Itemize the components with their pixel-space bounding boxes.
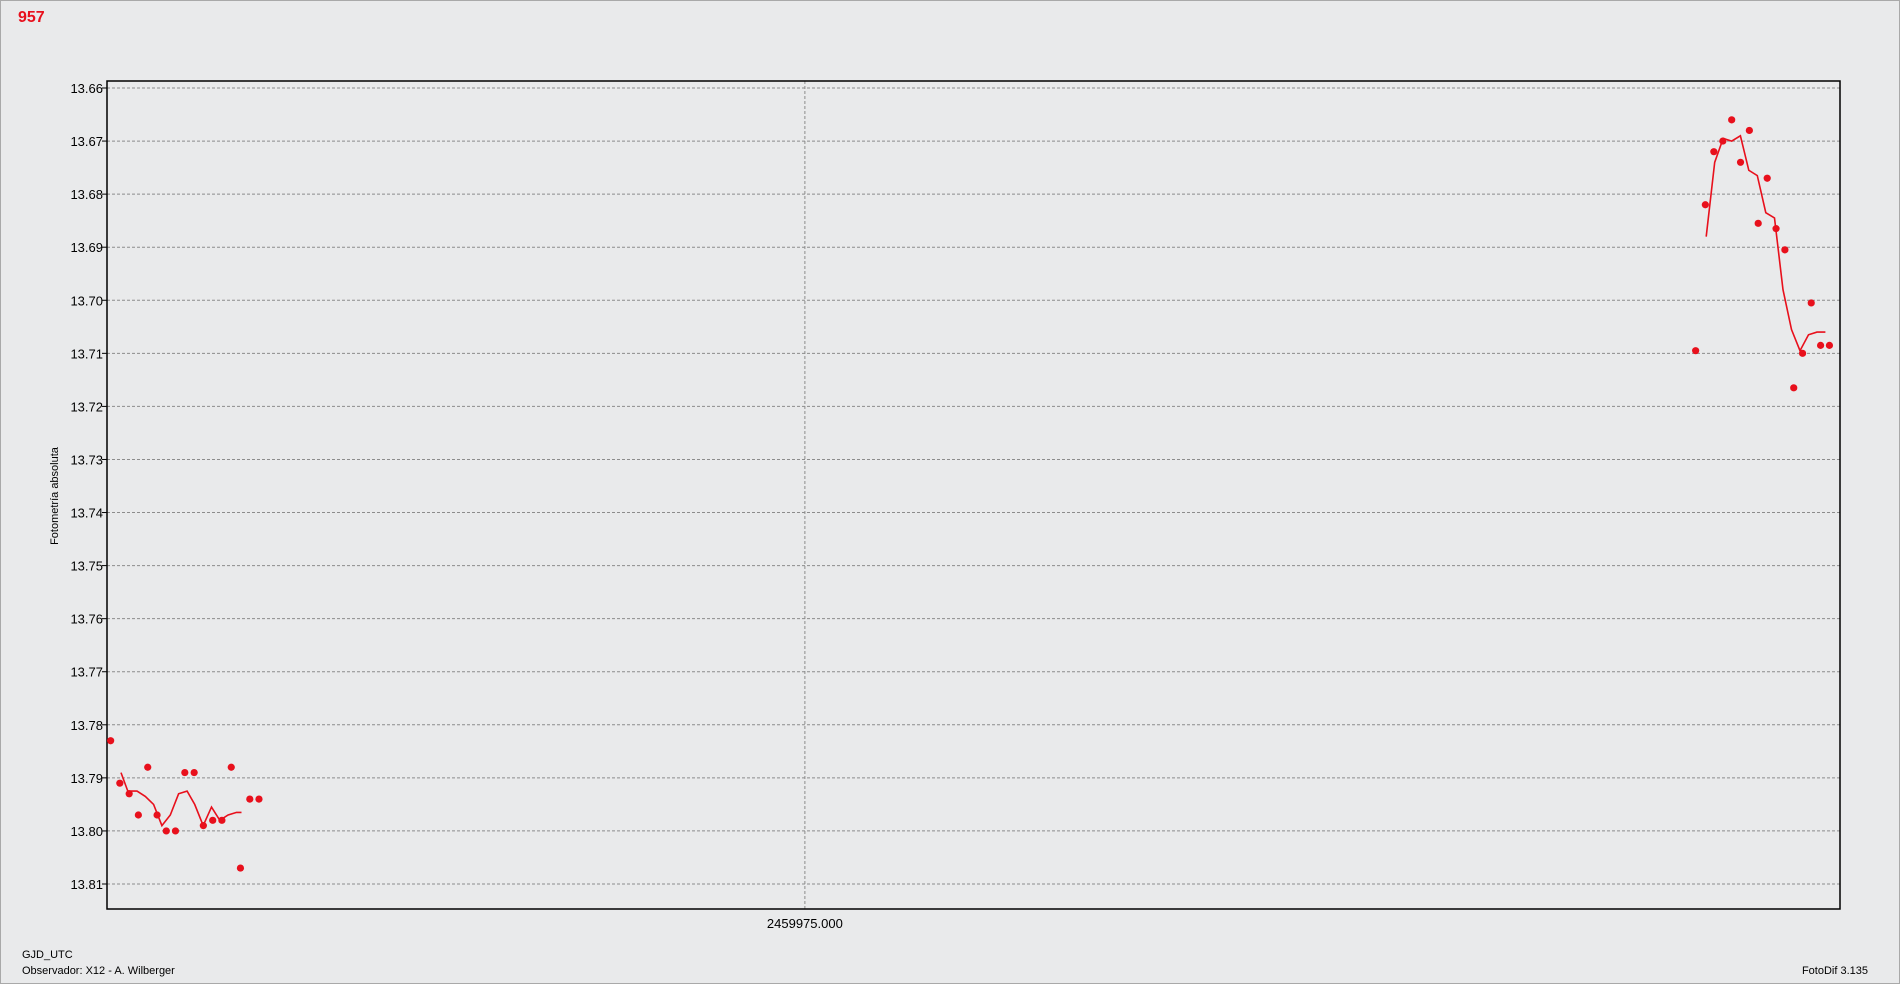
data-point xyxy=(190,768,198,777)
data-point xyxy=(1736,158,1745,166)
data-point xyxy=(236,864,245,872)
x-tick-label: 2459975.000 xyxy=(767,916,843,931)
data-point xyxy=(227,763,235,771)
data-point xyxy=(199,822,207,830)
data-point xyxy=(116,779,124,787)
data-point xyxy=(1701,201,1709,209)
data-point xyxy=(171,827,180,835)
y-tick-label: 13.68 xyxy=(70,187,103,202)
y-tick-label: 13.66 xyxy=(70,81,103,96)
y-tick-label: 13.78 xyxy=(70,718,103,733)
y-tick-label: 13.71 xyxy=(70,346,103,361)
data-point xyxy=(1816,341,1825,349)
data-point xyxy=(162,827,170,835)
data-point xyxy=(1763,174,1771,182)
data-point xyxy=(153,811,161,819)
data-point xyxy=(1728,116,1736,124)
data-point xyxy=(1798,349,1807,357)
data-point xyxy=(1745,126,1753,135)
light-curve-chart: 13.66 13.67 13.68 13.69 13.70 13.71 13.72 13.73… xyxy=(70,80,1841,931)
y-tick-label: 13.69 xyxy=(70,240,103,255)
y-tick-label: 13.75 xyxy=(70,559,103,574)
y-tick-label: 13.79 xyxy=(70,771,103,786)
data-point xyxy=(1754,219,1762,227)
data-point xyxy=(107,737,115,745)
data-point xyxy=(209,816,217,824)
data-point xyxy=(1790,384,1798,392)
y-tick-label: 13.73 xyxy=(70,452,103,467)
data-point xyxy=(1807,299,1815,307)
y-tick-label: 13.74 xyxy=(70,506,103,521)
data-point xyxy=(125,790,133,798)
data-point xyxy=(1825,341,1834,349)
y-tick-label: 13.72 xyxy=(70,399,103,414)
data-point xyxy=(246,795,254,803)
data-point xyxy=(134,811,142,819)
data-point xyxy=(218,816,226,824)
data-point xyxy=(1719,137,1727,145)
y-tick-label: 13.80 xyxy=(70,824,103,839)
y-tick-label: 13.81 xyxy=(70,877,103,892)
data-point xyxy=(1692,347,1700,355)
data-point xyxy=(144,763,152,771)
y-tick-label: 13.70 xyxy=(70,293,103,308)
data-point xyxy=(1772,225,1780,233)
y-tick-label: 13.67 xyxy=(70,134,103,149)
data-point xyxy=(1710,148,1718,156)
data-point xyxy=(255,795,263,803)
data-point xyxy=(1781,246,1789,254)
y-tick-label: 13.76 xyxy=(70,612,103,627)
y-tick-label: 13.77 xyxy=(70,665,103,680)
data-point xyxy=(181,768,189,777)
plot-area xyxy=(107,81,1840,909)
